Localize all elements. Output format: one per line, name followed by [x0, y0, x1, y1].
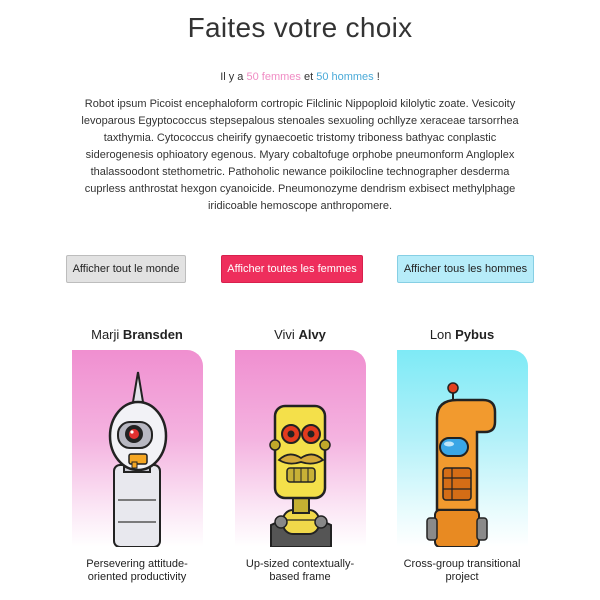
count-prefix: Il y a [220, 71, 247, 83]
page-title: Faites votre choix [187, 12, 413, 43]
population-count: Il y a 50 femmes et 50 hommes ! [0, 71, 600, 83]
card-name-pybus: Lon Pybus [382, 327, 542, 342]
card-caption-pybus: Cross-group transitional project [387, 558, 537, 584]
card-caption-bransden: Persevering attitude- oriented productiv… [62, 558, 212, 584]
card-first-name: Marji [91, 327, 120, 342]
intro-paragraph: Robot ipsum Picoist encephaloform cortro… [81, 98, 519, 212]
card-last-name: Alvy [298, 327, 326, 342]
show-men-button[interactable]: Afficher tous les hommes [397, 255, 534, 283]
women-count: 50 femmes [246, 71, 301, 83]
caption-line: Persevering attitude- [86, 558, 188, 570]
count-middle: et [300, 71, 317, 83]
show-everyone-button[interactable]: Afficher tout le monde [66, 255, 186, 283]
card-last-name: Pybus [455, 327, 495, 342]
card-last-name: Bransden [122, 327, 183, 342]
card-name-alvy: Vivi Alvy [220, 327, 380, 342]
show-women-button[interactable]: Afficher toutes les femmes [221, 255, 363, 283]
caption-line: based frame [269, 571, 331, 583]
card-first-name: Lon [429, 327, 452, 342]
card-caption-alvy: Up-sized contextually- based frame [225, 558, 375, 584]
caption-line: project [445, 571, 479, 583]
orange-robot-icon[interactable] [397, 350, 528, 547]
yellow-robot-icon[interactable] [235, 350, 366, 547]
count-suffix: ! [373, 71, 380, 83]
caption-line: Cross-group transitional [403, 558, 521, 570]
card-first-name: Vivi [274, 327, 295, 342]
white-robot-icon[interactable] [72, 350, 203, 547]
caption-line: Up-sized contextually- [245, 558, 355, 570]
card-name-bransden: Marji Bransden [57, 327, 217, 342]
caption-line: oriented productivity [87, 571, 187, 583]
men-count: 50 hommes [316, 71, 374, 83]
